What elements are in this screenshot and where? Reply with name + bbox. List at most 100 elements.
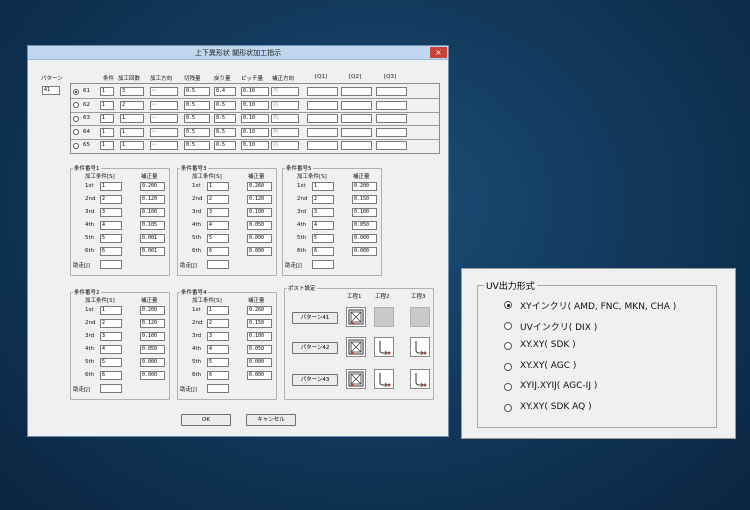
condition-corr-field[interactable]: 0.100 [140, 332, 165, 341]
row-63-q1-field[interactable] [307, 114, 338, 123]
uv-option-label-1[interactable]: UVインクリ( DIX ) [520, 320, 597, 333]
row-62-corr-field[interactable]: 内 [271, 100, 299, 110]
row-64-q1-field[interactable] [307, 127, 338, 137]
row-64-pitch-field[interactable]: 0.10 [241, 127, 269, 137]
row-radio-62[interactable] [73, 102, 79, 108]
row-61-corr-field[interactable]: 内 [271, 87, 299, 96]
row-62-cut-field[interactable]: 0.5 [184, 100, 210, 110]
condition-cond-field[interactable]: 3 [100, 208, 122, 217]
condition-cond-field[interactable]: 5 [312, 234, 334, 243]
condition-corr-field[interactable]: 0.200 [140, 182, 165, 191]
condition-assist-field[interactable] [207, 384, 229, 393]
row-65-q1-field[interactable] [307, 141, 338, 150]
row-61-q1-field[interactable] [307, 87, 338, 96]
pattern-button-41[interactable]: パターン41 [292, 312, 338, 324]
row-65-cond-field[interactable]: 1 [100, 141, 114, 150]
ok-button[interactable]: OK [181, 414, 231, 426]
row-64-ret-field[interactable]: 0.5 [214, 127, 236, 137]
row-radio-63[interactable] [73, 115, 79, 122]
condition-corr-field[interactable]: 0.260 [247, 182, 272, 191]
uv-option-radio-2[interactable] [504, 342, 512, 350]
condition-corr-field[interactable]: 0.200 [140, 306, 165, 315]
cancel-button[interactable]: キャンセル [246, 414, 296, 426]
condition-cond-field[interactable]: 2 [100, 319, 122, 328]
condition-cond-field[interactable]: 1 [312, 182, 334, 191]
condition-cond-field[interactable]: 3 [100, 332, 122, 341]
condition-corr-field[interactable]: 0.000 [140, 371, 165, 380]
row-64-times-field[interactable]: 1 [120, 127, 144, 137]
row-radio-61[interactable] [73, 88, 79, 95]
uv-option-radio-5[interactable] [504, 403, 512, 412]
condition-corr-field[interactable]: 0.120 [247, 195, 272, 204]
row-62-q1-field[interactable] [307, 100, 338, 110]
process2-hook-icon[interactable] [374, 337, 394, 357]
condition-corr-field[interactable]: 0.000 [247, 234, 272, 243]
condition-cond-field[interactable]: 5 [100, 234, 122, 243]
condition-corr-field[interactable]: 0.050 [247, 345, 272, 354]
row-65-ret-field[interactable]: 0.5 [214, 141, 236, 150]
process3-hook-icon[interactable] [410, 369, 430, 389]
row-61-ret-field[interactable]: 0.4 [214, 87, 236, 96]
condition-cond-field[interactable]: 6 [100, 371, 122, 380]
row-62-q2-field[interactable] [341, 100, 372, 110]
condition-cond-field[interactable]: 4 [207, 221, 229, 230]
row-64-dir-field[interactable]: <- [150, 127, 178, 137]
condition-cond-field[interactable]: 6 [207, 371, 229, 380]
row-62-cond-field[interactable]: 1 [100, 100, 114, 110]
uv-option-radio-1[interactable] [504, 321, 512, 330]
condition-corr-field[interactable]: 0.050 [140, 345, 165, 354]
condition-corr-field[interactable]: 0.001 [140, 234, 165, 243]
process1-square-icon[interactable] [346, 337, 366, 357]
condition-corr-field[interactable]: 0.200 [352, 182, 377, 191]
row-64-cut-field[interactable]: 0.5 [184, 127, 210, 137]
condition-corr-field[interactable]: 0.100 [247, 208, 272, 217]
condition-corr-field[interactable]: 0.000 [140, 358, 165, 367]
row-65-pitch-field[interactable]: 0.10 [241, 141, 269, 150]
condition-cond-field[interactable]: 1 [100, 306, 122, 315]
uv-option-label-2[interactable]: XY.XY( SDK ) [520, 340, 576, 350]
condition-corr-field[interactable]: 0.120 [140, 319, 165, 328]
row-65-times-field[interactable]: 1 [120, 141, 144, 150]
condition-corr-field[interactable]: 0.000 [247, 247, 272, 256]
row-63-cond-field[interactable]: 1 [100, 114, 114, 123]
title-bar[interactable]: 上下異形状 閣形状加工指示 × [28, 46, 448, 60]
pattern-button-42[interactable]: パターン42 [292, 342, 338, 354]
row-63-cut-field[interactable]: 0.5 [184, 114, 210, 123]
row-64-q2-field[interactable] [341, 127, 372, 137]
process2-hook-icon[interactable] [374, 369, 394, 389]
row-63-times-field[interactable]: 1 [120, 114, 144, 123]
condition-corr-field[interactable]: 0.000 [247, 371, 272, 380]
condition-cond-field[interactable]: 2 [207, 319, 229, 328]
row-61-times-field[interactable]: 3 [120, 87, 144, 96]
condition-cond-field[interactable]: 3 [207, 332, 229, 341]
condition-cond-field[interactable]: 5 [207, 358, 229, 367]
condition-corr-field[interactable]: 0.105 [140, 221, 165, 230]
uv-option-label-5[interactable]: XY.XY( SDK AQ ) [520, 402, 592, 412]
row-61-cut-field[interactable]: 0.5 [184, 87, 210, 96]
condition-corr-field[interactable]: 0.001 [140, 247, 165, 256]
uv-option-radio-4[interactable] [504, 383, 512, 391]
condition-cond-field[interactable]: 3 [207, 208, 229, 217]
row-64-cond-field[interactable]: 1 [100, 127, 114, 137]
process1-square-icon[interactable] [346, 307, 366, 327]
row-62-dir-field[interactable]: <- [150, 100, 178, 110]
row-64-corr-field[interactable]: 内 [271, 127, 299, 137]
row-63-pitch-field[interactable]: 0.10 [241, 114, 269, 123]
condition-cond-field[interactable]: 4 [100, 221, 122, 230]
row-65-q3-field[interactable] [376, 141, 407, 150]
row-63-corr-field[interactable]: 内 [271, 114, 299, 123]
row-62-times-field[interactable]: 2 [120, 100, 144, 110]
uv-option-label-0[interactable]: XYインクリ( AMD, FNC, MKN, CHA ) [520, 299, 676, 312]
condition-cond-field[interactable]: 2 [100, 195, 122, 204]
row-radio-65[interactable] [73, 142, 79, 149]
condition-assist-field[interactable] [100, 384, 122, 393]
row-61-q3-field[interactable] [376, 87, 407, 96]
condition-cond-field[interactable]: 5 [207, 234, 229, 243]
condition-corr-field[interactable]: 0.120 [140, 195, 165, 204]
row-65-q2-field[interactable] [341, 141, 372, 150]
condition-corr-field[interactable]: 0.100 [247, 332, 272, 341]
row-65-dir-field[interactable]: <- [150, 141, 178, 150]
condition-corr-field[interactable]: 0.100 [352, 208, 377, 217]
condition-corr-field[interactable]: 0.260 [247, 306, 272, 315]
condition-corr-field[interactable]: 0.100 [140, 208, 165, 217]
